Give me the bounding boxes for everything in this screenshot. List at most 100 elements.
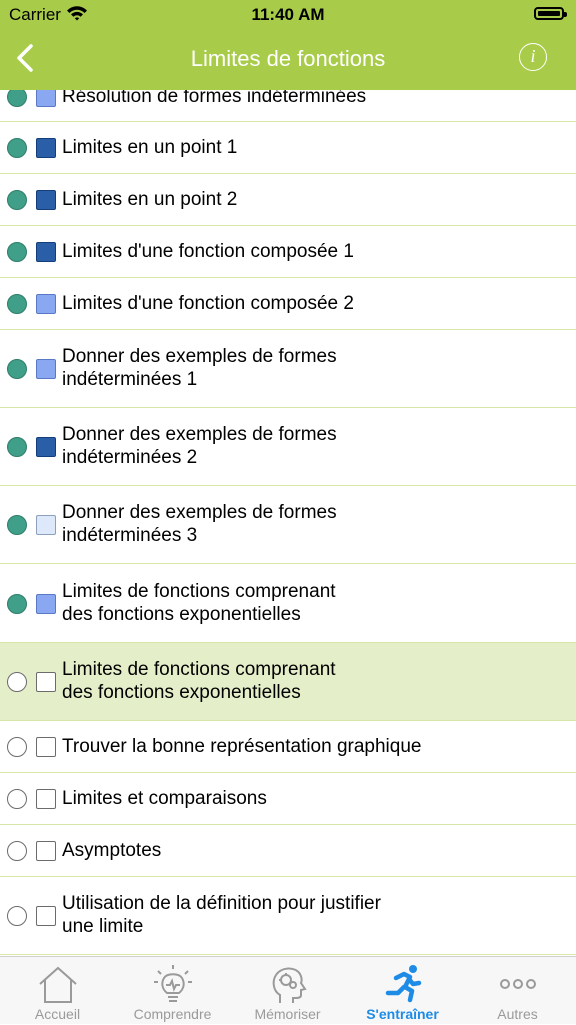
list-item-label: Utilisation de la définition pour justif… bbox=[62, 892, 552, 938]
label-line: Limites de fonctions comprenant bbox=[62, 659, 336, 680]
status-time: 11:40 AM bbox=[251, 5, 325, 24]
label-line: Utilisation de la définition pour justif… bbox=[62, 893, 381, 914]
label-line: Limites en un point 2 bbox=[62, 188, 238, 210]
info-button[interactable]: i bbox=[519, 43, 547, 71]
list-item-label: Limites de fonctions comprenant des fonct… bbox=[62, 658, 552, 704]
tab-comprendre[interactable]: Comprendre bbox=[115, 957, 230, 1025]
completed-status-icon bbox=[7, 593, 27, 614]
label-line: des fonctions exponentielles bbox=[62, 603, 301, 625]
completed-status-icon bbox=[7, 190, 27, 210]
info-icon: i bbox=[530, 46, 536, 66]
list-item[interactable]: Donner des exemples de formes indéterminé… bbox=[0, 486, 576, 564]
label-line: Limites d'une fonction composée 1 bbox=[62, 240, 354, 262]
list-item[interactable]: Limites de fonctions comprenant des fonct… bbox=[0, 643, 576, 721]
brain-head-icon bbox=[272, 967, 307, 1003]
label-line: Donner des exemples de formes bbox=[62, 424, 337, 445]
running-icon bbox=[385, 965, 422, 1003]
pending-status-icon bbox=[7, 906, 27, 926]
tab-accueil[interactable]: Accueil bbox=[0, 957, 115, 1025]
tab-memoriser[interactable]: Mémoriser bbox=[230, 957, 345, 1025]
completed-status-icon bbox=[7, 90, 27, 107]
pending-status-icon bbox=[7, 672, 27, 692]
pending-status-icon bbox=[7, 841, 27, 861]
label-line: indéterminées 1 bbox=[62, 369, 198, 390]
mastery-level-icon bbox=[36, 789, 56, 809]
list-item-label: Donner des exemples de formes indéterminé… bbox=[62, 345, 552, 391]
list-item-label: Limites d'une fonction composée 1 bbox=[62, 240, 552, 263]
list-item-label: Limites en un point 2 bbox=[62, 188, 552, 211]
list-item-label: Donner des exemples de formes indéterminé… bbox=[62, 423, 552, 469]
mastery-level-icon bbox=[36, 906, 56, 926]
mastery-level-icon bbox=[36, 190, 56, 210]
mastery-level-icon bbox=[36, 672, 56, 692]
list-item-label: Trouver la bonne représentation graphiqu… bbox=[62, 735, 552, 758]
list-item[interactable]: Asymptotes bbox=[0, 825, 576, 877]
mastery-level-icon bbox=[36, 737, 56, 757]
list-item[interactable]: Donner des exemples de formes indéterminé… bbox=[0, 330, 576, 408]
list-item[interactable]: Donner des exemples de formes indéterminé… bbox=[0, 408, 576, 486]
mastery-level-icon bbox=[36, 359, 56, 379]
mastery-level-icon bbox=[36, 437, 56, 457]
tab-sentrainer[interactable]: S'entraîner bbox=[345, 957, 460, 1025]
label-line: Résolution de formes indéterminées bbox=[62, 90, 367, 107]
list-item-label: Limites d'une fonction composée 2 bbox=[62, 292, 552, 315]
list-item[interactable]: Utilisation de la définition pour justif… bbox=[0, 877, 576, 955]
exercise-list: Résolution de formes indéterminées Limite… bbox=[0, 90, 576, 956]
mastery-level-icon bbox=[36, 242, 56, 262]
completed-status-icon bbox=[7, 437, 27, 457]
mastery-level-icon bbox=[36, 841, 56, 861]
label-line: indéterminées 2 bbox=[62, 447, 198, 468]
navigation-header: Carrier 11:40 AM Limites de fonctions i bbox=[0, 0, 576, 90]
mastery-level-icon bbox=[36, 138, 56, 158]
tab-label: Accueil bbox=[34, 1006, 81, 1022]
mastery-level-icon bbox=[36, 90, 56, 107]
pending-status-icon bbox=[7, 789, 27, 809]
tab-label: Comprendre bbox=[133, 1006, 212, 1022]
label-line: Donner des exemples de formes bbox=[62, 502, 337, 523]
tab-label: Mémoriser bbox=[254, 1006, 321, 1022]
list-item-label: Limites de fonctions comprenant des fonct… bbox=[62, 580, 552, 626]
label-line: des fonctions exponentielles bbox=[62, 682, 301, 703]
label-line: Limites d'une fonction composée 2 bbox=[62, 292, 354, 314]
status-bar: Carrier 11:40 AM bbox=[0, 0, 576, 30]
tab-label: Autres bbox=[497, 1006, 538, 1022]
page-title: Limites de fonctions bbox=[190, 46, 386, 71]
battery-icon bbox=[534, 7, 567, 20]
list-item[interactable]: Limites et comparaisons bbox=[0, 773, 576, 825]
label-line: Limites et comparaisons bbox=[62, 787, 267, 809]
label-line: Asymptotes bbox=[62, 839, 162, 861]
list-item-label: Donner des exemples de formes indéterminé… bbox=[62, 501, 552, 547]
mastery-level-icon bbox=[36, 294, 56, 314]
tab-autres[interactable]: Autres bbox=[460, 957, 575, 1025]
list-item-label: Asymptotes bbox=[62, 839, 552, 862]
list-item[interactable]: Limites de fonctions comprenant des fonct… bbox=[0, 564, 576, 643]
completed-status-icon bbox=[7, 294, 27, 314]
mastery-level-icon bbox=[36, 515, 56, 535]
mastery-level-icon bbox=[36, 593, 56, 614]
label-line: Donner des exemples de formes bbox=[62, 346, 337, 367]
label-line: une limite bbox=[62, 916, 144, 937]
tab-bar: Accueil Comprendre Mémoriser S'entraîner… bbox=[0, 956, 576, 1024]
list-item[interactable]: Limites en un point 2 bbox=[0, 174, 576, 226]
lightbulb-icon bbox=[154, 965, 192, 1002]
list-item[interactable]: Trouver la bonne représentation graphiqu… bbox=[0, 721, 576, 773]
list-item-label: Résolution de formes indéterminées bbox=[62, 90, 552, 108]
list-item-label: Limites et comparaisons bbox=[62, 787, 552, 810]
tab-label: S'entraîner bbox=[366, 1006, 439, 1022]
completed-status-icon bbox=[7, 242, 27, 262]
list-item[interactable]: Résolution de formes indéterminées bbox=[0, 90, 576, 122]
list-item-label: Limites en un point 1 bbox=[62, 136, 552, 159]
list-item[interactable]: Limites d'une fonction composée 1 bbox=[0, 226, 576, 278]
list-item[interactable]: Limites d'une fonction composée 2 bbox=[0, 278, 576, 330]
label-line: Limites de fonctions comprenant bbox=[62, 580, 336, 602]
pending-status-icon bbox=[7, 737, 27, 757]
home-icon bbox=[39, 966, 77, 1003]
completed-status-icon bbox=[7, 359, 27, 379]
label-line: Limites en un point 1 bbox=[62, 136, 238, 158]
more-icon bbox=[500, 979, 536, 989]
label-line: indéterminées 3 bbox=[62, 525, 198, 546]
list-item[interactable]: Limites en un point 1 bbox=[0, 122, 576, 174]
completed-status-icon bbox=[7, 138, 27, 158]
label-line: Trouver la bonne représentation graphiqu… bbox=[62, 735, 422, 757]
completed-status-icon bbox=[7, 515, 27, 535]
